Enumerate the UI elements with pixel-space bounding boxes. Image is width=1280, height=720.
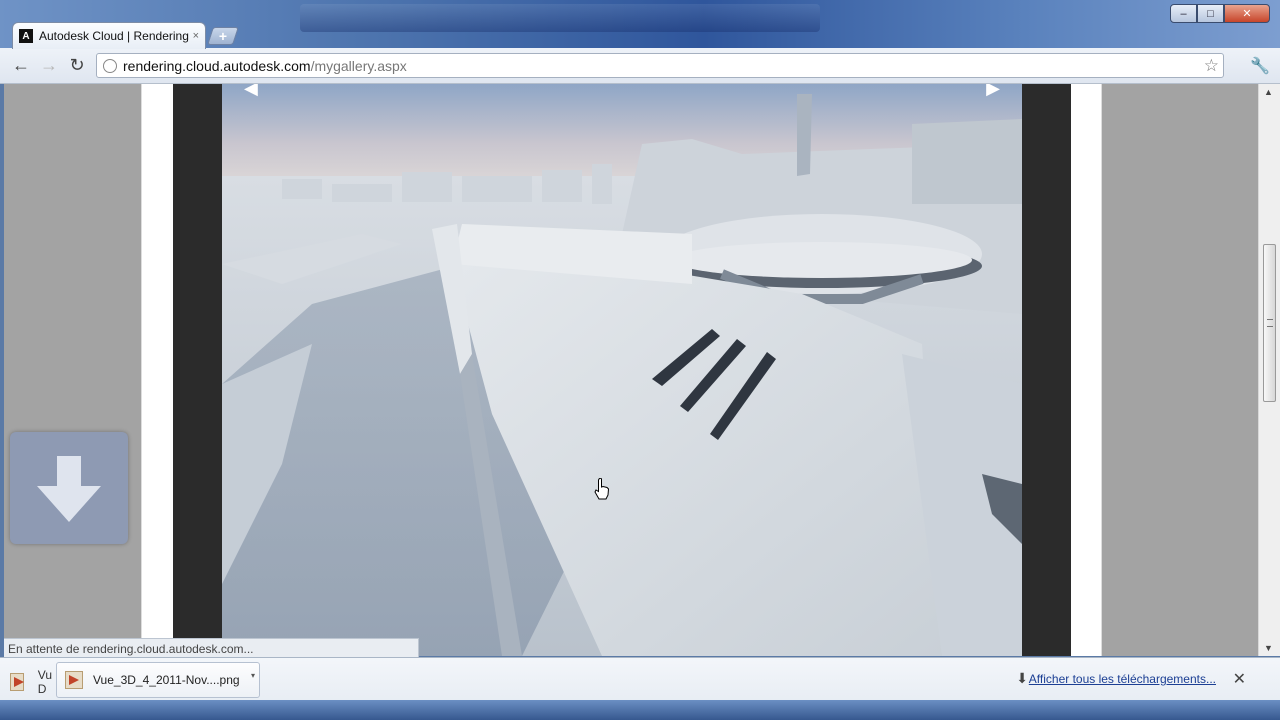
window-controls: – □ ✕ <box>1170 4 1270 24</box>
minimize-button[interactable]: – <box>1170 4 1197 23</box>
download-item-partial[interactable]: Vu D <box>10 664 52 700</box>
plus-icon: + <box>218 28 228 44</box>
url-host: rendering.cloud.autodesk.com <box>123 57 311 74</box>
scroll-thumb[interactable] <box>1263 244 1276 402</box>
wrench-menu-icon[interactable]: 🔧 <box>1250 56 1270 76</box>
tab-close-icon[interactable]: × <box>193 30 199 42</box>
download-arrow-icon <box>37 456 101 522</box>
page-content: ◀ ▶ <box>4 84 1258 656</box>
tab-title: Autodesk Cloud | Rendering <box>39 29 189 43</box>
scroll-down-arrow-icon[interactable]: ▼ <box>1264 643 1273 653</box>
show-all-downloads-link[interactable]: Afficher tous les téléchargements... <box>1029 672 1216 686</box>
download-file-name: Vue_3D_4_2011-Nov....png <box>93 673 240 687</box>
right-margin <box>1102 84 1258 656</box>
new-tab-button[interactable]: + <box>207 27 239 45</box>
tab-autodesk-cloud[interactable]: A Autodesk Cloud | Rendering × <box>12 22 206 49</box>
globe-icon <box>103 58 117 73</box>
chevron-down-icon[interactable]: ▾ <box>251 671 255 680</box>
vertical-scrollbar[interactable]: ▲ ▼ <box>1258 84 1280 656</box>
left-margin <box>4 84 141 656</box>
partial-item-line1: Vu <box>37 668 52 682</box>
url-path: /mygallery.aspx <box>310 57 407 74</box>
download-button[interactable] <box>10 432 128 544</box>
window-bottom-frame <box>0 700 1280 720</box>
status-bubble: En attente de rendering.cloud.autodesk.c… <box>4 638 419 658</box>
previous-arrow-icon[interactable]: ◀ <box>244 84 258 99</box>
browser-toolbar: ← → ↻ rendering.cloud.autodesk.com/mygal… <box>0 48 1280 84</box>
partial-item-line2: D <box>37 682 47 696</box>
png-file-icon <box>10 673 24 691</box>
close-window-button[interactable]: ✕ <box>1224 4 1270 23</box>
forward-button[interactable]: → <box>36 53 62 79</box>
rendered-image[interactable]: ◀ ▶ <box>222 84 1022 656</box>
rendered-scene <box>222 84 1022 656</box>
png-file-icon <box>65 671 83 689</box>
download-item[interactable]: Vue_3D_4_2011-Nov....png ▾ <box>56 662 260 698</box>
maximize-button[interactable]: □ <box>1197 4 1224 23</box>
address-bar[interactable]: rendering.cloud.autodesk.com/mygallery.a… <box>96 53 1224 78</box>
back-button[interactable]: ← <box>8 53 34 79</box>
next-arrow-icon[interactable]: ▶ <box>986 84 1000 99</box>
hand-cursor-icon <box>594 478 610 500</box>
autodesk-favicon-icon: A <box>19 29 33 43</box>
scroll-up-arrow-icon[interactable]: ▲ <box>1264 87 1273 97</box>
close-shelf-icon[interactable]: ✕ <box>1233 669 1246 689</box>
partial-item-label: Vu D <box>38 668 52 696</box>
bookmark-star-icon[interactable]: ☆ <box>1204 56 1219 76</box>
scroll-grip <box>1267 319 1273 327</box>
reload-button[interactable]: ↻ <box>64 53 90 79</box>
download-arrow-icon: ⬇ <box>1016 670 1028 686</box>
